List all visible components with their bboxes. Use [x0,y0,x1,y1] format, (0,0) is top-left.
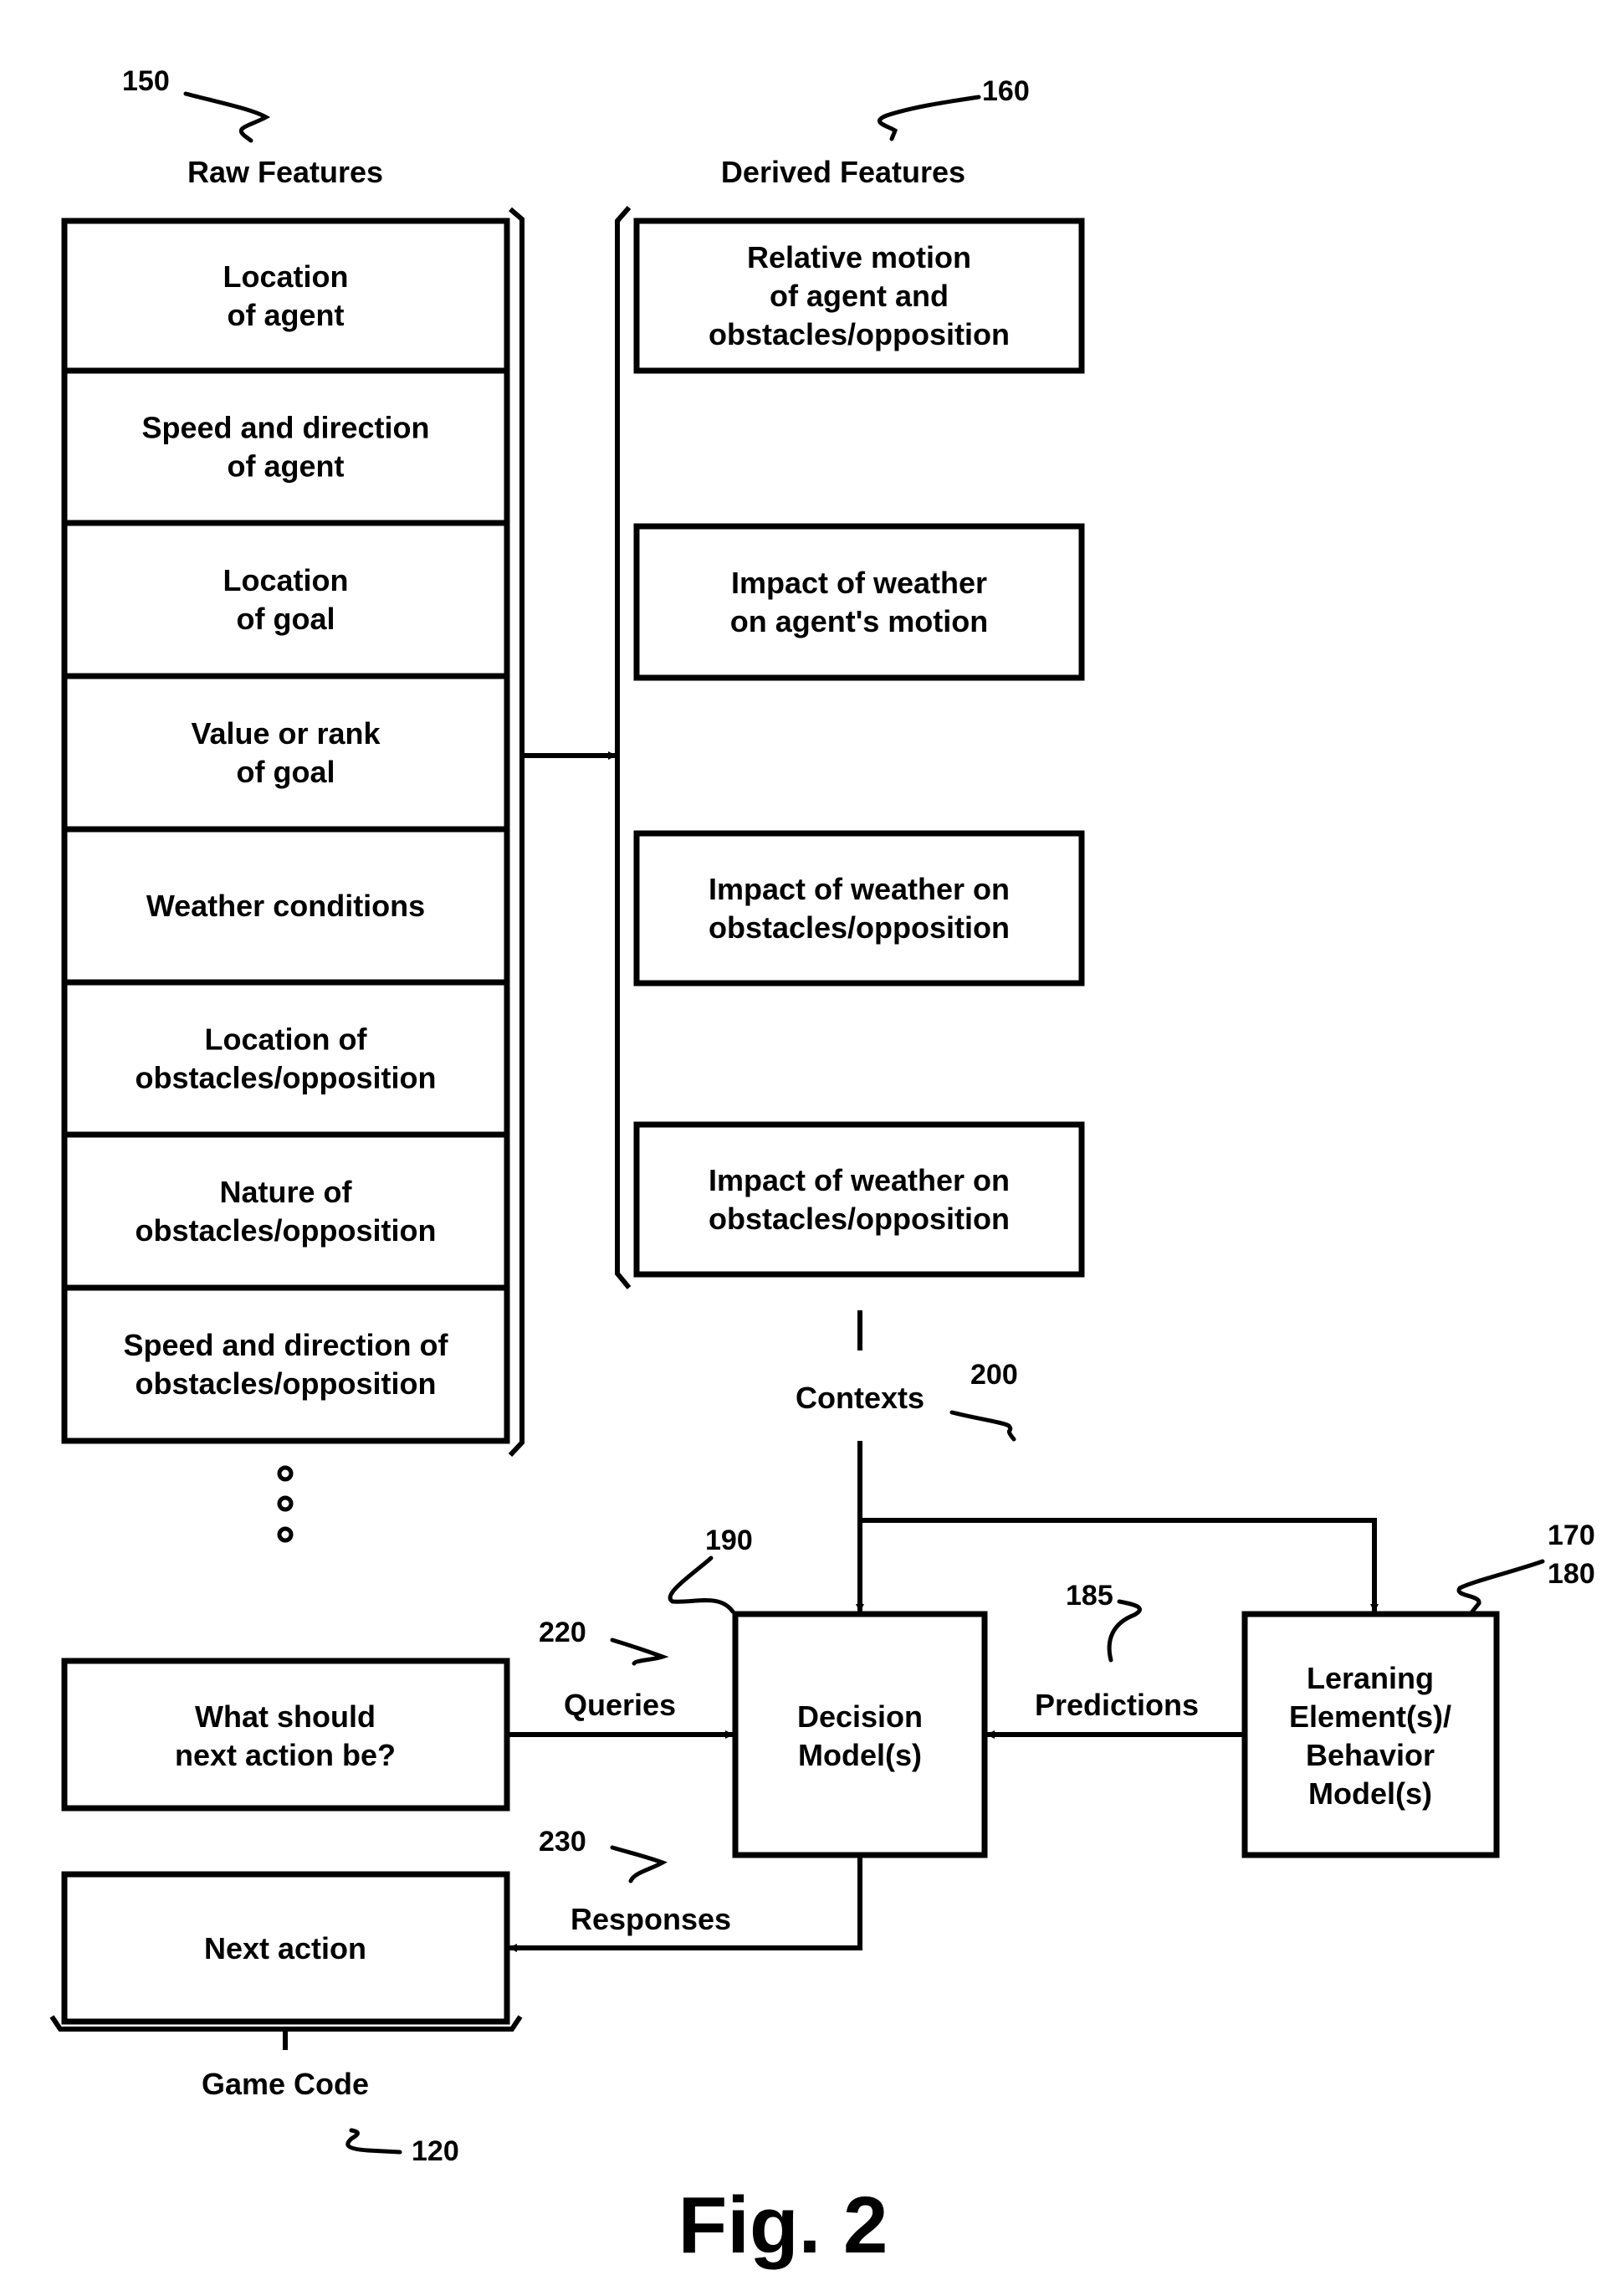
leader-230 [610,1845,668,1883]
derived-feature-2-line-2: on agent's motion [730,604,989,638]
ref-220: 220 [539,1617,586,1648]
learning-element-box [1241,1611,1500,1858]
raw-features-stack: Location of agent Speed and direction of ag… [61,218,510,1444]
next-action-label: Next action [204,1931,366,1965]
leader-185 [1107,1599,1142,1663]
raw-feature-6-box [61,979,510,1138]
derived-feature-1-line-3: obstacles/opposition [709,317,1010,351]
raw-feature-2-line-1: Speed and direction [141,411,429,445]
derived-feature-4-line-2: obstacles/opposition [709,1202,1010,1236]
raw-feature-8-box [61,1284,510,1444]
raw-features-title: Raw Features [187,155,383,189]
decision-model-line-2: Model(s) [798,1738,922,1772]
learning-line-2: Element(s)/ [1289,1699,1451,1734]
raw-feature-8-line-2: obstacles/opposition [135,1366,436,1401]
game-code-label: Game Code [202,2067,369,2101]
derived-feature-4-line-1: Impact of weather on [709,1163,1010,1197]
derived-features-stack: Relative motion of agent and obstacles/opp… [633,218,1085,1278]
raw-feature-3-line-2: of goal [237,602,335,636]
leader-160 [878,95,981,141]
raw-feature-7-box [61,1131,510,1291]
leader-120 [345,2128,402,2155]
raw-feature-4-line-2: of goal [237,755,335,789]
derived-feature-4-box [633,1121,1085,1278]
decision-model-box [732,1611,988,1858]
query-box [61,1658,510,1812]
responses-label: Responses [571,1902,731,1936]
raw-feature-5-line-1: Weather conditions [146,889,425,923]
derived-feature-2-line-1: Impact of weather [731,566,987,600]
query-line-1: What should [195,1699,376,1734]
raw-feature-3-line-1: Location [223,563,349,597]
queries-label: Queries [564,1688,676,1722]
learning-line-4: Model(s) [1308,1776,1432,1811]
raw-feature-7-line-2: obstacles/opposition [135,1213,436,1248]
raw-feature-8-line-1: Speed and direction of [123,1328,448,1362]
query-line-2: next action be? [175,1738,396,1772]
decision-model-line-1: Decision [797,1699,923,1734]
raw-feature-2-box [61,367,510,526]
raw-feature-4-box [61,673,510,833]
predictions-label: Predictions [1035,1688,1199,1722]
ref-230: 230 [539,1826,586,1858]
raw-feature-6-line-2: obstacles/opposition [135,1061,436,1095]
raw-feature-1-box [61,218,510,374]
raw-feature-1-line-2: of agent [228,298,345,332]
derived-feature-3-line-1: Impact of weather on [709,872,1010,906]
leader-200 [949,1410,1016,1442]
raw-feature-6-line-1: Location of [205,1022,368,1057]
raw-features-brace [508,207,525,1458]
derived-feature-1-line-2: of agent and [770,279,949,313]
raw-feature-7-line-1: Nature of [219,1175,352,1209]
leader-190 [668,1555,735,1614]
ref-190: 190 [705,1525,753,1556]
learning-line-1: Leraning [1307,1661,1434,1695]
ref-170: 170 [1548,1520,1595,1551]
derived-feature-3-box [633,830,1085,987]
derived-feature-2-box [633,523,1085,681]
raw-feature-4-line-1: Value or rank [191,716,381,751]
raw-feature-3-box [61,520,510,679]
ref-150: 150 [122,65,170,97]
ref-185: 185 [1066,1580,1113,1612]
ref-200: 200 [970,1359,1018,1391]
derived-features-bracket [615,206,632,1289]
ref-160: 160 [982,75,1030,107]
derived-feature-1-line-1: Relative motion [747,240,971,274]
leader-170-180 [1456,1559,1545,1614]
contexts-label: Contexts [796,1381,924,1415]
derived-feature-3-line-2: obstacles/opposition [709,910,1010,945]
leader-220 [610,1637,669,1666]
leader-150 [183,91,271,143]
raw-feature-2-line-2: of agent [228,449,345,484]
ref-120: 120 [412,2135,459,2167]
figure-caption: Fig. 2 [678,2181,888,2270]
contexts-branch [860,1518,1379,1612]
raw-feature-1-line-1: Location [223,259,349,294]
fig2-diagram: 150 Raw Features 160 Derived Features Lo… [49,65,1595,2270]
derived-features-title: Derived Features [721,155,965,189]
learning-line-3: Behavior [1306,1738,1435,1772]
ref-180: 180 [1548,1558,1595,1590]
ellipsis-dots [277,1465,294,1543]
